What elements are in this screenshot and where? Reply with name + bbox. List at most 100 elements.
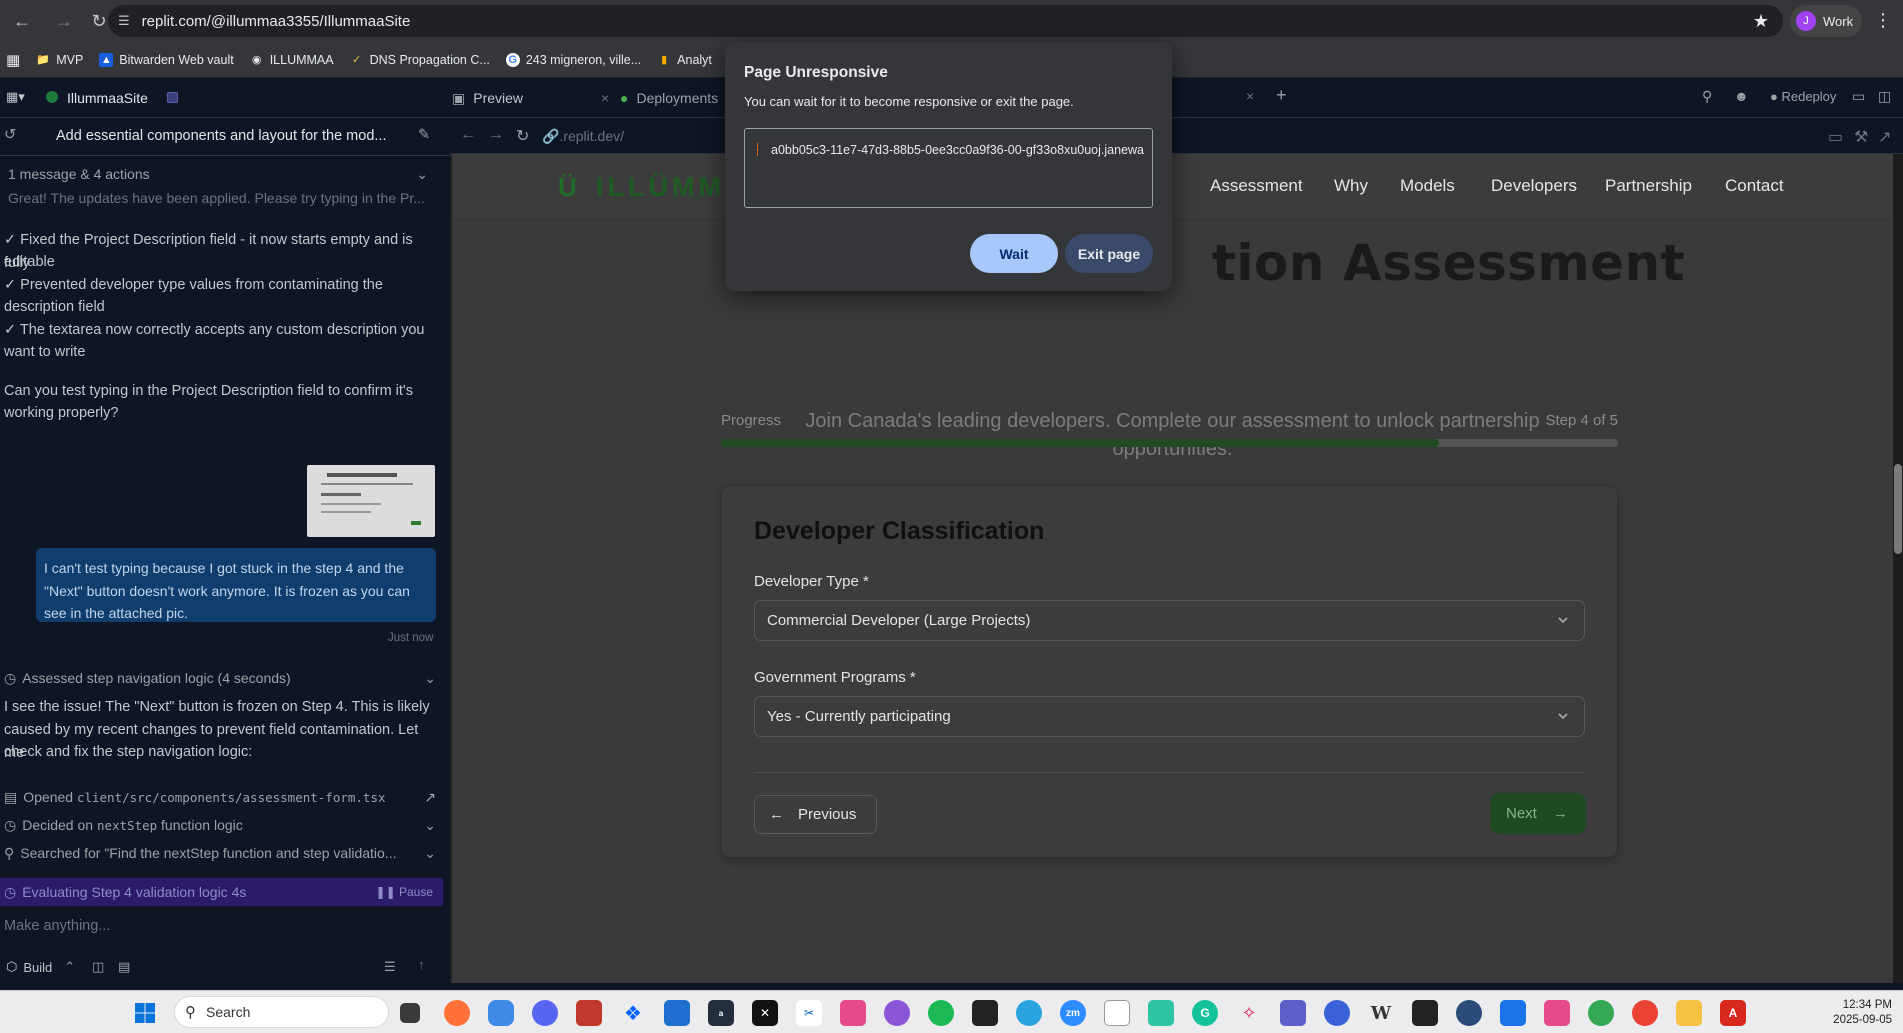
- slack-icon[interactable]: ✧: [1236, 1000, 1262, 1026]
- headphones-icon[interactable]: [1324, 1000, 1350, 1026]
- browser-menu-icon[interactable]: ⋮: [1874, 10, 1892, 31]
- tab-deployments[interactable]: ● Deployments: [620, 78, 718, 118]
- devtools-icon[interactable]: ▭: [1828, 127, 1843, 147]
- scrollbar-thumb[interactable]: [1894, 464, 1902, 554]
- actions-summary[interactable]: 1 message & 4 actions ⌄: [8, 166, 428, 182]
- back-icon[interactable]: ←: [0, 0, 44, 42]
- open-new-tab-icon[interactable]: ↗: [1878, 127, 1891, 147]
- close-tab-icon[interactable]: ×: [601, 90, 609, 106]
- chat-input[interactable]: Make anything...: [4, 918, 110, 934]
- bookmark-illummaa[interactable]: ◉ ILLUMMAA: [250, 53, 334, 67]
- app-icon[interactable]: [1544, 1000, 1570, 1026]
- app-icon[interactable]: [576, 1000, 602, 1026]
- previous-button[interactable]: ← Previous: [754, 795, 877, 834]
- action-searched[interactable]: ⚲ Searched for "Find the nextStep functi…: [4, 841, 440, 865]
- add-tab-icon[interactable]: +: [1276, 85, 1287, 106]
- notepad-icon[interactable]: [1104, 1000, 1130, 1026]
- nav-developers[interactable]: Developers: [1491, 176, 1577, 196]
- audio-icon[interactable]: [1412, 1000, 1438, 1026]
- new-chat-icon[interactable]: ✎: [418, 127, 430, 143]
- apps-icon[interactable]: ▦: [6, 51, 20, 69]
- address-bar[interactable]: ☰ replit.com/@illummaa3355/IllummaaSite …: [108, 5, 1783, 37]
- attach-icon[interactable]: ◫: [92, 959, 104, 975]
- spotify-icon[interactable]: [928, 1000, 954, 1026]
- search-icon[interactable]: ⚲: [1702, 88, 1712, 105]
- clock-app-icon[interactable]: [884, 1000, 910, 1026]
- redeploy-button[interactable]: ● Redeploy: [1770, 89, 1836, 104]
- site-settings-icon[interactable]: ☰: [118, 13, 130, 29]
- start-icon[interactable]: [132, 1000, 158, 1026]
- layout-icon[interactable]: ◫: [1878, 88, 1891, 105]
- acrobat-icon[interactable]: A: [1720, 1000, 1746, 1026]
- assessed-step[interactable]: ◷ Assessed step navigation logic (4 seco…: [4, 666, 440, 690]
- nav-why[interactable]: Why: [1334, 176, 1368, 196]
- store-icon[interactable]: [664, 1000, 690, 1026]
- attached-screenshot-thumbnail[interactable]: [307, 465, 435, 537]
- forward-icon[interactable]: →: [44, 0, 84, 42]
- send-arrow-icon[interactable]: ↑: [418, 957, 425, 972]
- grammarly-icon[interactable]: G: [1192, 1000, 1218, 1026]
- wait-button[interactable]: Wait: [970, 234, 1058, 273]
- nav-models[interactable]: Models: [1400, 176, 1455, 196]
- amazon-icon[interactable]: a: [708, 1000, 734, 1026]
- bookmark-star-icon[interactable]: ★: [1753, 11, 1769, 32]
- copilot-icon[interactable]: [488, 1000, 514, 1026]
- nav-partnership[interactable]: Partnership: [1605, 176, 1692, 196]
- tab-preview[interactable]: ▣ Preview ×: [452, 78, 609, 118]
- discord-icon[interactable]: [532, 1000, 558, 1026]
- action-opened-file[interactable]: ▤ Opened client/src/components/assessmen…: [4, 785, 440, 809]
- app-icon[interactable]: [1148, 1000, 1174, 1026]
- image-icon[interactable]: ▤: [118, 959, 130, 975]
- settings-sliders-icon[interactable]: ☰: [384, 959, 396, 975]
- file-explorer-icon[interactable]: [1676, 1000, 1702, 1026]
- firefox-icon[interactable]: [444, 1000, 470, 1026]
- chrome-profile-icon[interactable]: [1588, 1000, 1614, 1026]
- developer-type-select[interactable]: Commercial Developer (Large Projects): [754, 600, 1585, 641]
- zoom-icon[interactable]: zm: [1060, 1000, 1086, 1026]
- notes-icon[interactable]: [1500, 1000, 1526, 1026]
- taskbar-search[interactable]: ⚲ Search: [174, 996, 389, 1028]
- replit-menu-icon[interactable]: ▦▾: [6, 89, 25, 105]
- next-button[interactable]: Next →: [1490, 793, 1586, 834]
- project-name[interactable]: IllummaaSite: [67, 90, 148, 106]
- build-mode-button[interactable]: ⬡ Build ⌃: [6, 959, 75, 975]
- nav-assessment[interactable]: Assessment: [1210, 176, 1303, 196]
- preview-url[interactable]: 🔗.replit.dev/: [542, 128, 624, 145]
- task-view-icon[interactable]: [400, 1003, 420, 1023]
- chat-title: Add essential components and layout for …: [56, 128, 387, 144]
- snipping-icon[interactable]: ✂: [796, 1000, 822, 1026]
- forward-icon[interactable]: →: [488, 126, 504, 144]
- capcut-icon[interactable]: ✕: [752, 1000, 778, 1026]
- back-icon[interactable]: ←: [460, 126, 476, 144]
- reload-icon[interactable]: ↻: [516, 126, 529, 146]
- close-tab-icon[interactable]: ×: [1246, 88, 1254, 104]
- profile-button[interactable]: J Work: [1790, 5, 1862, 37]
- preview-scrollbar[interactable]: [1893, 154, 1903, 983]
- stop-icon[interactable]: [167, 92, 178, 103]
- history-icon[interactable]: ↺: [4, 127, 16, 143]
- bookmark-google[interactable]: G 243 migneron, ville...: [505, 52, 641, 67]
- capture-icon[interactable]: [972, 1000, 998, 1026]
- action-decided[interactable]: ◷ Decided on nextStep function logic ⌄: [4, 813, 440, 837]
- device-icon[interactable]: ▭: [1852, 88, 1865, 105]
- dropbox-icon[interactable]: ❖: [620, 1000, 646, 1026]
- bookmark-bitwarden[interactable]: ▲ Bitwarden Web vault: [99, 52, 234, 67]
- wrench-icon[interactable]: ⚒: [1854, 127, 1868, 147]
- app-icon[interactable]: [1456, 1000, 1482, 1026]
- open-file-icon[interactable]: ↗: [424, 789, 436, 806]
- bookmark-dns[interactable]: ✓ DNS Propagation C...: [350, 53, 490, 67]
- bookmark-analytics[interactable]: ▮ Analyt: [657, 53, 712, 67]
- exit-page-button[interactable]: Exit page: [1065, 234, 1153, 273]
- app-icon[interactable]: [840, 1000, 866, 1026]
- site-logo[interactable]: ILLÜMM: [596, 172, 725, 203]
- chrome-icon[interactable]: [1632, 1000, 1658, 1026]
- system-clock[interactable]: 12:34 PM 2025-09-05: [1820, 998, 1892, 1028]
- nav-contact[interactable]: Contact: [1725, 176, 1784, 196]
- pause-button[interactable]: ❚❚ Pause: [376, 885, 433, 899]
- app-icon[interactable]: [1280, 1000, 1306, 1026]
- gov-programs-select[interactable]: Yes - Currently participating: [754, 696, 1585, 737]
- wikipedia-icon[interactable]: W: [1368, 1000, 1394, 1026]
- telegram-icon[interactable]: [1016, 1000, 1042, 1026]
- invite-icon[interactable]: ☻: [1734, 88, 1749, 104]
- bookmark-mvp[interactable]: 📁 MVP: [36, 53, 83, 67]
